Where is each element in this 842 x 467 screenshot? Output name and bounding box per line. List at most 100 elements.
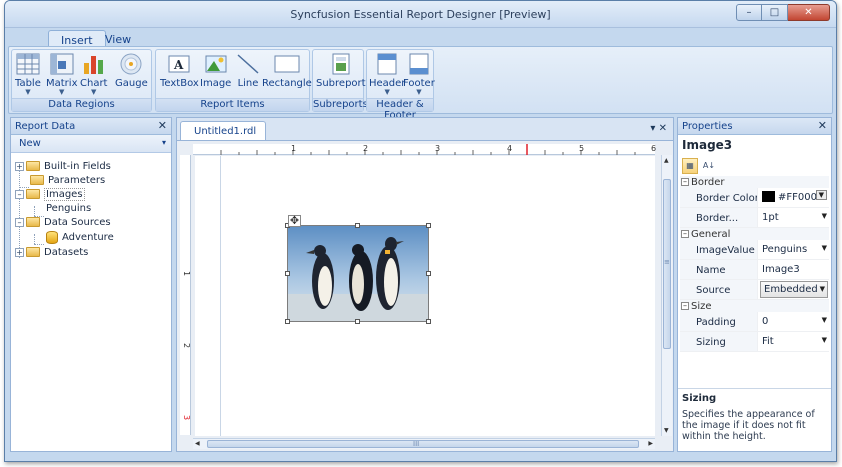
tree-item-parameters[interactable]: Parameters xyxy=(30,173,105,187)
design-canvas: 1 2 3 4 5 6 1 2 3 ✥ ▲ ≡ ▼ ◀ III ▶ xyxy=(177,140,673,451)
vertical-scrollbar[interactable]: ▲ ≡ ▼ xyxy=(661,155,672,436)
resize-handle[interactable] xyxy=(426,319,431,324)
dropdown-icon[interactable]: ▼ xyxy=(822,316,827,324)
horizontal-scrollbar[interactable]: ◀ III ▶ xyxy=(193,438,655,449)
property-row-padding[interactable]: Padding 0 ▼ xyxy=(680,312,829,332)
property-value-text: Embedded xyxy=(764,284,818,295)
report-data-close-icon[interactable]: ✕ xyxy=(158,119,167,132)
resize-handle[interactable] xyxy=(355,319,360,324)
close-button[interactable]: ✕ xyxy=(788,4,830,21)
toolbar-menu-icon[interactable]: ▾ xyxy=(162,138,166,147)
property-row-sizing[interactable]: Sizing Fit ▼ xyxy=(680,332,829,352)
property-value[interactable]: 0 ▼ xyxy=(758,312,829,331)
collapse-icon[interactable]: – xyxy=(681,178,689,186)
tree-item-images[interactable]: – Images xyxy=(15,187,85,201)
collapse-icon[interactable]: – xyxy=(681,230,689,238)
scroll-right-icon[interactable]: ▶ xyxy=(648,440,653,447)
textbox-icon: A xyxy=(168,55,190,73)
header-button[interactable]: Header ▼ xyxy=(369,53,405,96)
description-title: Sizing xyxy=(682,393,717,404)
category-label: Border xyxy=(691,176,725,188)
scroll-down-icon[interactable]: ▼ xyxy=(664,427,669,434)
property-row-source[interactable]: Source Embedded ▼ xyxy=(680,280,829,300)
document-tab-controls[interactable]: ▾ ✕ xyxy=(650,123,667,134)
new-button[interactable]: New xyxy=(19,138,41,149)
tree-item-built-in-fields[interactable]: + Built-in Fields xyxy=(15,159,111,173)
tree-item-datasets[interactable]: + Datasets xyxy=(15,245,88,259)
textbox-button-label: TextBox xyxy=(160,78,199,89)
table-button[interactable]: Table ▼ xyxy=(15,53,41,96)
property-value-text: 0 xyxy=(762,316,769,327)
rectangle-button[interactable]: Rectangle xyxy=(262,53,312,89)
alphabetical-icon[interactable]: A↓ xyxy=(701,158,717,174)
group-header-footer: Header ▼ Footer ▼ Header & Footer xyxy=(366,49,435,121)
tree-item-penguins[interactable]: Penguins xyxy=(46,201,91,215)
dropdown-icon[interactable]: ▼ xyxy=(822,336,827,344)
resize-handle[interactable] xyxy=(426,271,431,276)
ruler-label: 2 xyxy=(182,343,191,349)
categorized-icon[interactable]: ▦ xyxy=(682,158,698,174)
scroll-up-icon[interactable]: ▲ xyxy=(664,157,669,164)
folder-open-icon xyxy=(26,217,40,227)
gauge-button-label: Gauge xyxy=(115,78,148,89)
chart-dropdown-icon: ▼ xyxy=(91,88,97,96)
collapse-icon[interactable]: – xyxy=(15,189,24,199)
property-value[interactable]: Fit ▼ xyxy=(758,332,829,351)
horizontal-scroll-thumb[interactable]: III xyxy=(207,440,639,448)
resize-handle[interactable] xyxy=(355,223,360,228)
tree-item-label: Parameters xyxy=(48,174,106,186)
tree-item-data-sources[interactable]: – Data Sources xyxy=(15,215,111,229)
property-row-name[interactable]: Name Image3 xyxy=(680,260,829,280)
matrix-button[interactable]: Matrix ▼ xyxy=(46,53,77,96)
tree-item-adventure[interactable]: Adventure xyxy=(46,230,114,244)
property-value[interactable]: 1pt ▼ xyxy=(758,208,829,227)
property-value[interactable]: Embedded ▼ xyxy=(758,280,829,299)
property-row-imagevalue[interactable]: ImageValue Penguins ▼ xyxy=(680,240,829,260)
category-size[interactable]: – Size xyxy=(680,300,829,312)
property-value[interactable]: Image3 xyxy=(758,260,829,279)
document-tab[interactable]: Untitled1.rdl xyxy=(180,121,266,140)
collapse-icon[interactable]: – xyxy=(15,217,24,227)
report-data-panel: Report Data ✕ New ▾ + Built-in Fields Pa… xyxy=(10,117,172,452)
dropdown-icon[interactable]: ▼ xyxy=(820,285,825,293)
dropdown-icon[interactable]: ▼ xyxy=(822,244,827,252)
image-button[interactable]: Image xyxy=(200,53,231,89)
property-row-border-color[interactable]: Border Color #FF0000 ▼ xyxy=(680,188,829,208)
maximize-button[interactable]: □ xyxy=(762,4,788,21)
source-combo[interactable]: Embedded ▼ xyxy=(760,281,828,298)
move-handle-icon[interactable]: ✥ xyxy=(288,215,301,227)
subreport-button[interactable]: Subreport xyxy=(316,53,366,89)
property-name: ImageValue xyxy=(680,240,758,259)
textbox-button[interactable]: A TextBox xyxy=(160,53,199,89)
property-value[interactable]: #FF0000 ▼ xyxy=(758,188,829,207)
footer-button[interactable]: Footer ▼ xyxy=(403,53,435,96)
property-row-border-style[interactable]: Border... 1pt ▼ xyxy=(680,208,829,228)
dropdown-icon[interactable]: ▼ xyxy=(815,190,827,200)
resize-handle[interactable] xyxy=(285,319,290,324)
gauge-button[interactable]: Gauge xyxy=(115,53,148,89)
chart-icon xyxy=(83,56,103,74)
line-icon xyxy=(237,54,259,74)
scroll-left-icon[interactable]: ◀ xyxy=(195,440,200,447)
minimize-button[interactable]: – xyxy=(736,4,762,21)
image-report-item[interactable]: ✥ xyxy=(285,215,431,324)
resize-handle[interactable] xyxy=(285,271,290,276)
properties-close-icon[interactable]: ✕ xyxy=(818,119,827,132)
expand-icon[interactable]: + xyxy=(15,161,24,171)
category-border[interactable]: – Border xyxy=(680,176,829,188)
expand-icon[interactable]: + xyxy=(15,247,24,257)
property-value[interactable]: Penguins ▼ xyxy=(758,240,829,259)
property-name: Source xyxy=(680,280,758,299)
property-value-text: Fit xyxy=(762,336,774,347)
group-label-subreports: Subreports xyxy=(313,98,368,111)
line-button[interactable]: Line xyxy=(236,53,260,89)
footer-dropdown-icon: ▼ xyxy=(416,88,422,96)
table-icon xyxy=(16,53,40,75)
resize-handle[interactable] xyxy=(426,223,431,228)
header-icon xyxy=(377,53,397,75)
dropdown-icon[interactable]: ▼ xyxy=(822,212,827,220)
vertical-scroll-thumb[interactable]: ≡ xyxy=(663,179,671,349)
collapse-icon[interactable]: – xyxy=(681,302,689,310)
chart-button[interactable]: Chart ▼ xyxy=(80,53,107,96)
category-general[interactable]: – General xyxy=(680,228,829,240)
